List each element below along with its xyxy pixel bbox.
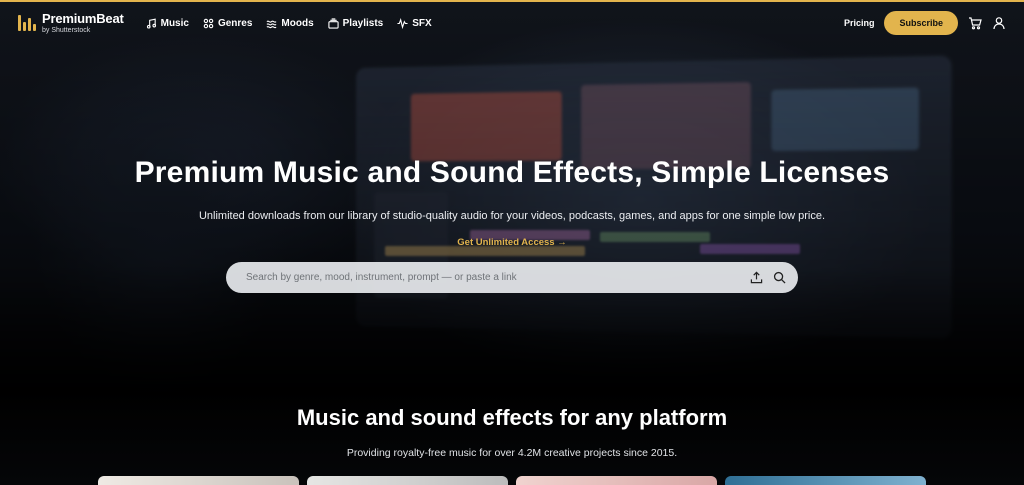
nav-item-label: Genres [217, 17, 253, 29]
nav-item-moods[interactable]: Moods [266, 17, 314, 29]
nav-actions: Pricing Subscribe [844, 11, 1006, 35]
platform-card[interactable] [98, 476, 299, 485]
nav-item-label: Moods [281, 17, 314, 29]
subscribe-button[interactable]: Subscribe [884, 11, 958, 35]
playlist-icon [328, 17, 339, 29]
brand-sub: by Shutterstock [42, 27, 91, 34]
cart-icon[interactable] [968, 16, 982, 30]
section-subtitle: Providing royalty-free music for over 4.… [346, 447, 678, 459]
page: PremiumBeat by Shutterstock Music Genres… [0, 0, 1024, 485]
nav-item-music[interactable]: Music [146, 18, 189, 29]
main-menu: Music Genres Moods Playlists SFX [146, 17, 432, 29]
section-title: Music and sound effects for any platform [296, 405, 728, 430]
hero-title: Premium Music and Sound Effects, Simple … [134, 156, 890, 189]
search-bar [226, 262, 798, 293]
nav-item-label: Music [160, 17, 189, 29]
waves-icon [266, 20, 277, 28]
hero-subtitle: Unlimited downloads from our library of … [198, 210, 826, 222]
platform-card[interactable] [725, 476, 926, 485]
nav-item-sfx[interactable]: SFX [397, 17, 432, 29]
platform-card[interactable] [307, 476, 508, 485]
nav-item-label: Playlists [342, 17, 384, 29]
logo-bars-icon [18, 15, 36, 31]
nav-item-label: SFX [412, 17, 432, 29]
search-input[interactable] [246, 272, 750, 283]
brand-logo[interactable]: PremiumBeat by Shutterstock [18, 12, 124, 34]
pricing-link[interactable]: Pricing [844, 18, 875, 28]
nav-item-playlists[interactable]: Playlists [328, 17, 384, 29]
grid-icon [203, 18, 214, 28]
brand-name: PremiumBeat [42, 11, 124, 26]
search-icon[interactable] [773, 271, 786, 284]
user-icon[interactable] [992, 16, 1006, 30]
upload-icon[interactable] [750, 271, 763, 284]
nav-item-genres[interactable]: Genres [203, 18, 252, 29]
get-unlimited-access-link[interactable]: Get Unlimited Access → [0, 237, 1024, 248]
platform-card[interactable] [516, 476, 717, 485]
top-nav: PremiumBeat by Shutterstock Music Genres… [0, 2, 1024, 44]
waveform-icon [397, 17, 408, 29]
music-note-icon [146, 18, 156, 29]
platform-cards [98, 476, 926, 485]
